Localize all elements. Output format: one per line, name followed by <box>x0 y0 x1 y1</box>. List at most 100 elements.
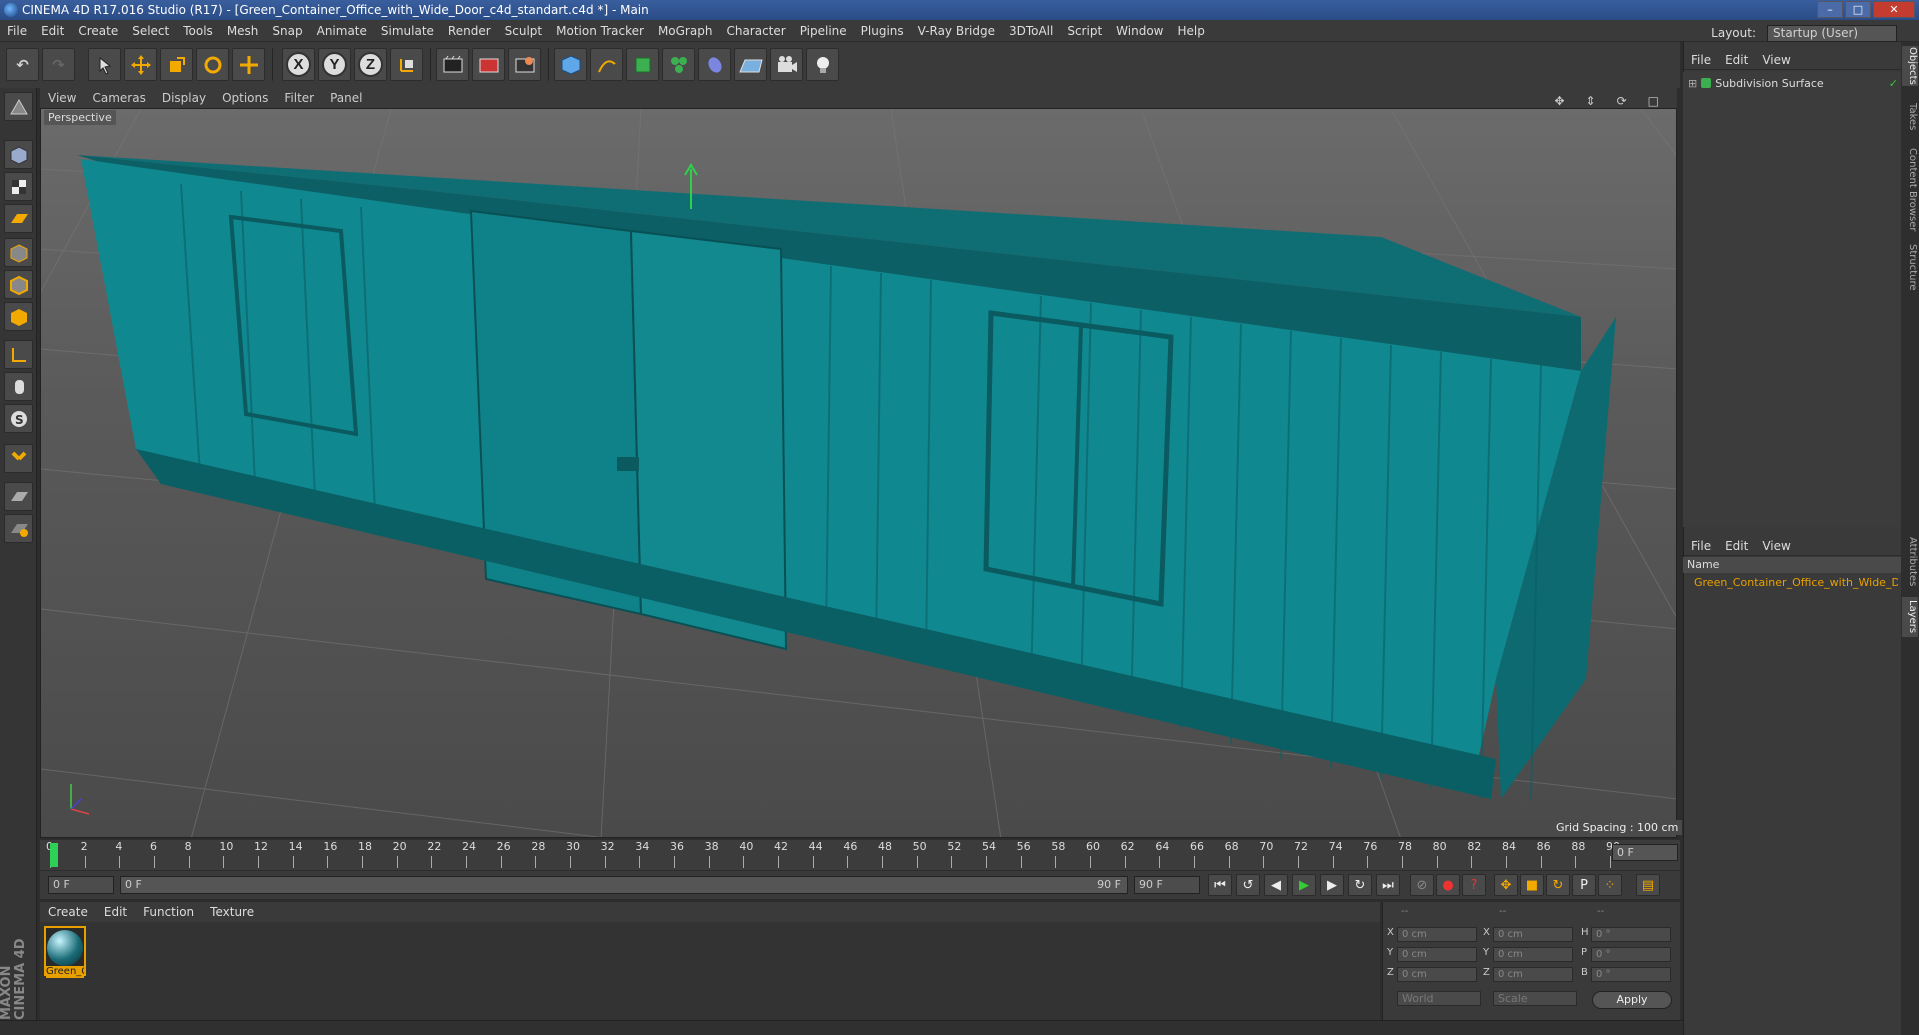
tab-content-browser[interactable]: Content Browser <box>1902 147 1918 232</box>
menu-file[interactable]: File <box>0 20 34 42</box>
frame-range-slider[interactable]: 0 F 90 F <box>120 876 1128 894</box>
previous-key-icon[interactable]: ↺ <box>1236 874 1260 896</box>
size-mode-dropdown[interactable]: Scale <box>1493 991 1577 1006</box>
workplane-lock-icon[interactable] <box>4 482 33 511</box>
live-selection-icon[interactable] <box>88 48 121 81</box>
next-frame-icon[interactable]: ▶ <box>1320 874 1344 896</box>
cloner-icon[interactable] <box>662 48 695 81</box>
objects-menu-view[interactable]: View <box>1755 50 1797 70</box>
scale-tool-icon[interactable] <box>160 48 193 81</box>
go-to-end-icon[interactable]: ⏭ <box>1376 874 1400 896</box>
redo-icon[interactable]: ↷ <box>42 48 75 81</box>
object-row[interactable]: ⊞ Subdivision Surface ✓ <box>1688 75 1898 91</box>
render-settings-icon[interactable] <box>508 48 541 81</box>
rotate-tool-icon[interactable] <box>196 48 229 81</box>
menu-create[interactable]: Create <box>71 20 125 42</box>
menu-select[interactable]: Select <box>125 20 176 42</box>
scale-z-field[interactable]: 0 cm <box>1493 967 1573 982</box>
play-forward-icon[interactable]: ▶ <box>1292 874 1316 896</box>
minimize-button[interactable]: – <box>1817 1 1843 18</box>
z-axis-lock-button[interactable]: Z <box>354 48 387 81</box>
key-pla-icon[interactable]: ⁘ <box>1598 874 1622 896</box>
key-position-icon[interactable]: ✥ <box>1494 874 1518 896</box>
autokey-icon[interactable]: ● <box>1436 874 1460 896</box>
undo-icon[interactable]: ↶ <box>6 48 39 81</box>
record-keys-icon[interactable]: ⊘ <box>1410 874 1434 896</box>
material-menu-create[interactable]: Create <box>40 902 96 922</box>
viewport-camera-label[interactable]: Perspective <box>44 110 116 125</box>
scale-x-field[interactable]: 0 cm <box>1493 927 1573 942</box>
coordinate-space-dropdown[interactable]: World <box>1397 991 1481 1006</box>
texture-mode-icon[interactable] <box>4 172 33 201</box>
menu-help[interactable]: Help <box>1170 20 1211 42</box>
menu-animate[interactable]: Animate <box>310 20 374 42</box>
menu-character[interactable]: Character <box>719 20 792 42</box>
cube-primitive-icon[interactable] <box>554 48 587 81</box>
menu-render[interactable]: Render <box>441 20 498 42</box>
material-menu-function[interactable]: Function <box>135 902 202 922</box>
timeline-window-icon[interactable]: ▤ <box>1636 874 1660 896</box>
viewport-menu-options[interactable]: Options <box>214 88 276 108</box>
key-scale-icon[interactable]: ■ <box>1520 874 1544 896</box>
solo-mode-icon[interactable]: S <box>4 404 33 433</box>
object-manager-list[interactable] <box>1683 72 1901 527</box>
menu-mesh[interactable]: Mesh <box>220 20 266 42</box>
workplane-mode-icon[interactable] <box>4 204 33 233</box>
polygons-mode-icon[interactable] <box>4 302 33 331</box>
viewport-menu-view[interactable]: View <box>40 88 84 108</box>
layers-menu-file[interactable]: File <box>1684 536 1718 556</box>
apply-button[interactable]: Apply <box>1592 991 1672 1009</box>
objects-menu-file[interactable]: File <box>1684 50 1718 70</box>
spline-pen-icon[interactable] <box>590 48 623 81</box>
key-parameter-icon[interactable]: P <box>1572 874 1596 896</box>
current-frame-field[interactable]: 0 F <box>1612 844 1678 861</box>
menu-edit[interactable]: Edit <box>34 20 71 42</box>
3d-viewport[interactable] <box>40 108 1677 838</box>
maximize-button[interactable]: □ <box>1845 1 1871 18</box>
material-manager[interactable] <box>40 922 1380 1020</box>
menu-plugins[interactable]: Plugins <box>854 20 911 42</box>
next-key-icon[interactable]: ↻ <box>1348 874 1372 896</box>
position-y-field[interactable]: 0 cm <box>1397 947 1477 962</box>
tweak-mode-icon[interactable] <box>4 372 33 401</box>
layers-menu-view[interactable]: View <box>1755 536 1797 556</box>
menu-window[interactable]: Window <box>1109 20 1170 42</box>
tab-objects[interactable]: Objects <box>1902 46 1918 86</box>
previous-frame-icon[interactable]: ◀ <box>1264 874 1288 896</box>
tab-takes[interactable]: Takes <box>1902 102 1918 132</box>
keyframe-selection-icon[interactable]: ? <box>1462 874 1486 896</box>
camera-icon[interactable] <box>770 48 803 81</box>
menu-3dtoall[interactable]: 3DToAll <box>1002 20 1060 42</box>
layer-name[interactable]: Green_Container_Office_with_Wide_Door <box>1694 576 1898 589</box>
viewport-menu-panel[interactable]: Panel <box>322 88 370 108</box>
rotation-p-field[interactable]: 0 ° <box>1591 947 1671 962</box>
end-frame-field[interactable]: 90 F <box>1134 876 1200 894</box>
y-axis-lock-button[interactable]: Y <box>318 48 351 81</box>
layers-menu-edit[interactable]: Edit <box>1718 536 1755 556</box>
menu-simulate[interactable]: Simulate <box>374 20 441 42</box>
menu-tools[interactable]: Tools <box>176 20 220 42</box>
floor-icon[interactable] <box>734 48 767 81</box>
menu-mograph[interactable]: MoGraph <box>651 20 720 42</box>
playhead-marker[interactable] <box>50 843 58 867</box>
expand-icon[interactable]: ⊞ <box>1688 77 1697 90</box>
viewport-menu-display[interactable]: Display <box>154 88 214 108</box>
render-view-icon[interactable] <box>436 48 469 81</box>
menu-snap[interactable]: Snap <box>265 20 309 42</box>
edges-mode-icon[interactable] <box>4 270 33 299</box>
tab-layers[interactable]: Layers <box>1902 597 1918 637</box>
material-menu-texture[interactable]: Texture <box>202 902 262 922</box>
make-editable-icon[interactable] <box>4 92 33 121</box>
subdivision-surface-icon[interactable] <box>626 48 659 81</box>
move-tool-icon[interactable] <box>124 48 157 81</box>
position-x-field[interactable]: 0 cm <box>1397 927 1477 942</box>
material-menu-edit[interactable]: Edit <box>96 902 135 922</box>
layout-selector[interactable]: Layout: Startup (User) <box>1704 22 1897 44</box>
scale-y-field[interactable]: 0 cm <box>1493 947 1573 962</box>
start-frame-field[interactable]: 0 F <box>48 876 114 894</box>
menu-sculpt[interactable]: Sculpt <box>498 20 549 42</box>
menu-vray-bridge[interactable]: V-Ray Bridge <box>911 20 1002 42</box>
layout-dropdown[interactable]: Startup (User) <box>1767 24 1897 42</box>
close-button[interactable]: ✕ <box>1873 1 1915 18</box>
menu-pipeline[interactable]: Pipeline <box>793 20 854 42</box>
